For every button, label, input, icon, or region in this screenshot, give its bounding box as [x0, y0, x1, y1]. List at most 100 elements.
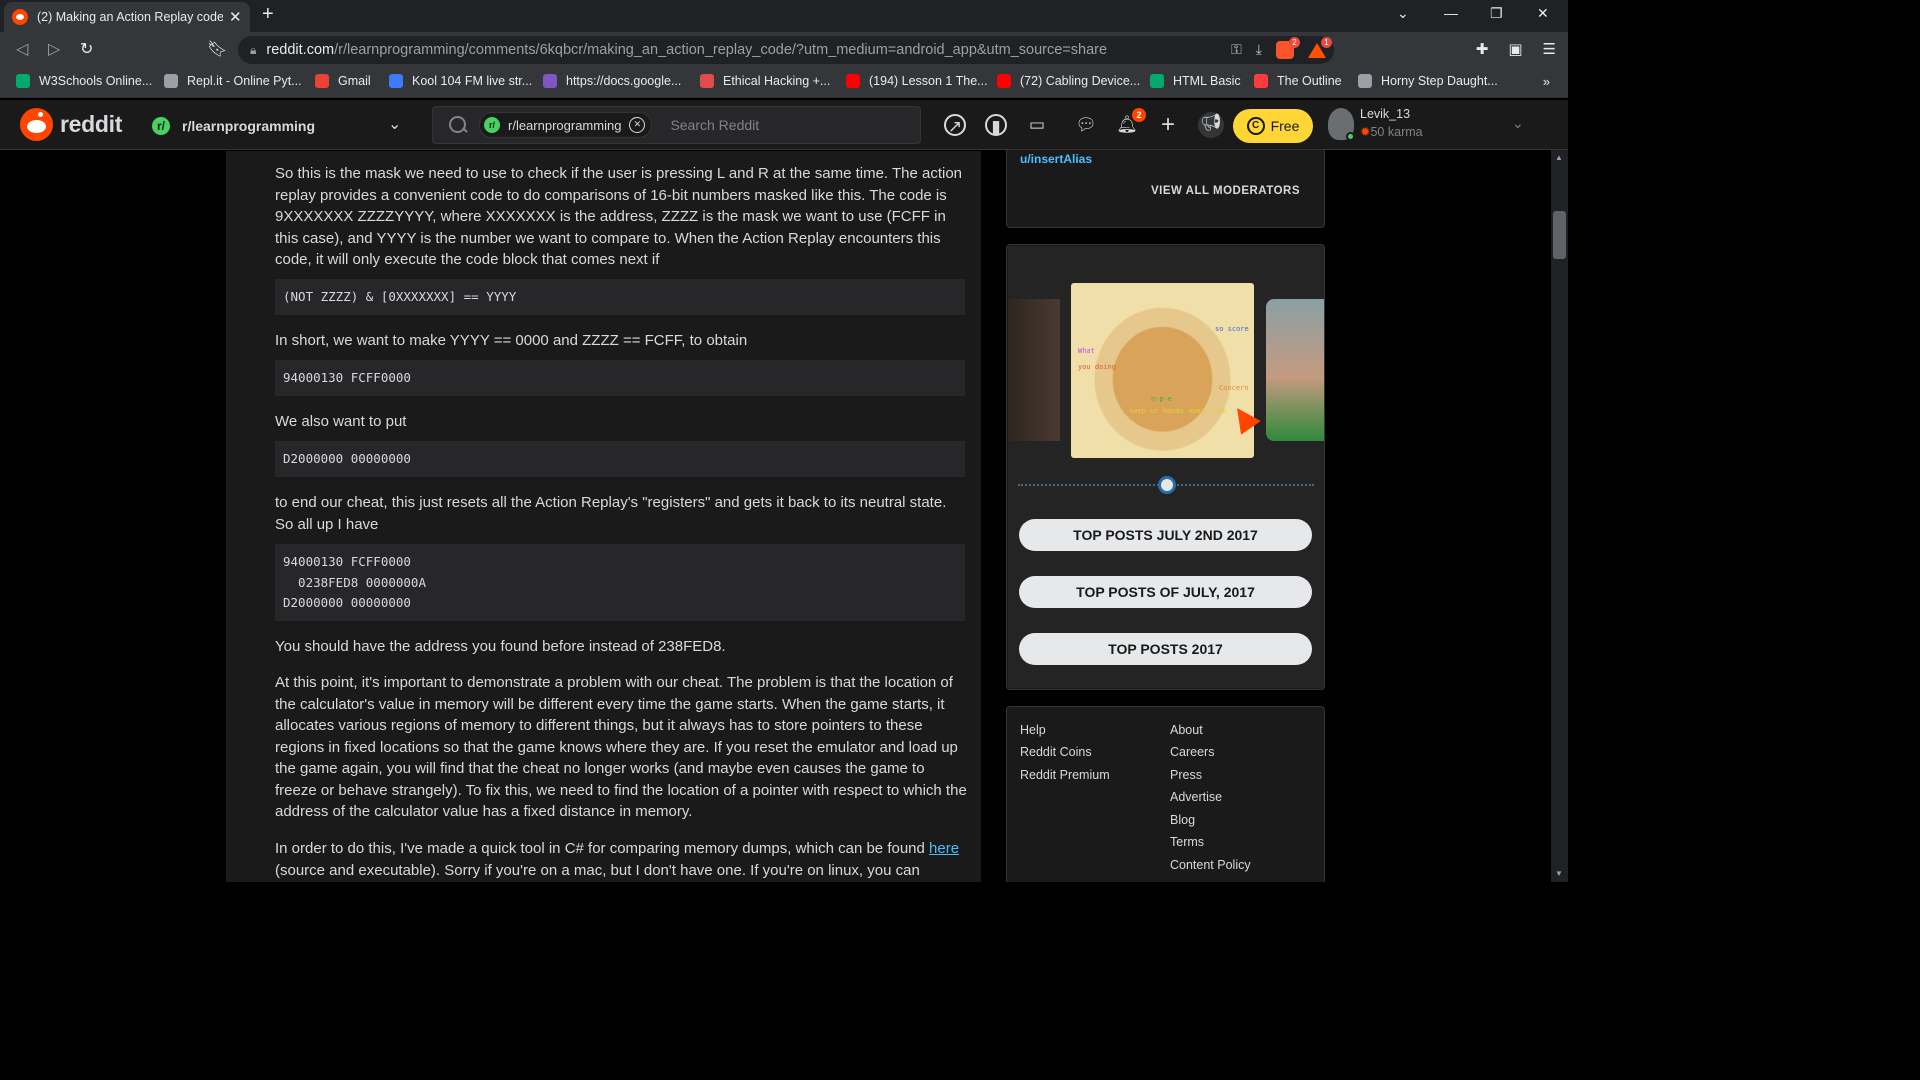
chip-close-icon[interactable]: ✕ — [629, 117, 646, 133]
footer-link-help[interactable]: Help — [1020, 723, 1046, 737]
view-all-moderators-button[interactable]: VIEW ALL MODERATORS — [1151, 185, 1300, 197]
bookmark-item[interactable]: (194) Lesson 1 The... — [846, 74, 988, 88]
active-tab[interactable]: (2) Making an Action Replay code ✕ — [4, 2, 250, 32]
bookmarks-overflow-button[interactable]: » — [1543, 74, 1550, 89]
chevron-down-icon[interactable]: ⌄ — [388, 114, 401, 134]
bookmark-item[interactable]: Kool 104 FM live str... — [389, 74, 532, 88]
code-block: (NOT ZZZZ) & [0XXXXXXX] == YYYY — [275, 279, 965, 315]
paragraph: In order to do this, I've made a quick t… — [275, 838, 967, 881]
reload-icon[interactable]: ↻ — [80, 39, 93, 59]
search-community-chip[interactable]: r/ r/learnprogramming ✕ — [479, 112, 653, 138]
top-posts-month-button[interactable]: TOP POSTS OF JULY, 2017 — [1019, 576, 1312, 608]
carousel-slider-handle[interactable] — [1158, 476, 1176, 494]
karma-text: 50 karma — [1370, 125, 1423, 139]
footer-link-about[interactable]: About — [1170, 723, 1203, 737]
bookmark-item[interactable]: (72) Cabling Device... — [997, 74, 1140, 88]
footer-link-coins[interactable]: Reddit Coins — [1020, 745, 1092, 759]
extensions-icon[interactable]: ✚ — [1476, 40, 1489, 58]
here-link[interactable]: here — [929, 840, 959, 857]
free-coins-button[interactable]: C Free — [1233, 109, 1313, 143]
footer-link-careers[interactable]: Careers — [1170, 745, 1214, 759]
bookmark-item[interactable]: Horny Step Daught... — [1358, 74, 1498, 88]
paragraph: At this point, it's important to demonst… — [275, 674, 967, 820]
stats-icon[interactable]: ▮ — [985, 114, 1007, 136]
carousel-next-image[interactable] — [1266, 299, 1324, 441]
create-post-icon[interactable]: + — [1157, 113, 1179, 137]
bookmark-icon[interactable]: 🔖︎ — [207, 39, 227, 59]
bookmark-label: https://docs.google... — [566, 74, 682, 88]
brave-shields-icon[interactable]: 2 — [1276, 37, 1300, 59]
carousel-prev-image[interactable] — [1008, 299, 1060, 441]
footer-link-blog[interactable]: Blog — [1170, 813, 1195, 827]
outline-icon — [1254, 74, 1268, 88]
banner-carousel: What you doing so score Concern n-p-e ke… — [1008, 246, 1324, 688]
scroll-down-icon[interactable]: ▼ — [1555, 869, 1563, 878]
bookmark-label: The Outline — [1277, 74, 1342, 88]
bookmark-item[interactable]: W3Schools Online... — [16, 74, 152, 88]
top-posts-year-button[interactable]: TOP POSTS 2017 — [1019, 633, 1312, 665]
bookmark-label: Ethical Hacking +... — [723, 74, 831, 88]
paragraph: to end our cheat, this just resets all t… — [275, 494, 947, 533]
paragraph: So this is the mask we need to use to ch… — [275, 165, 963, 268]
meme-caption: keep ur hands away from — [1129, 407, 1226, 415]
minimize-icon[interactable]: — — [1444, 5, 1458, 21]
notifications-icon[interactable]: 🔔︎ 2 — [1116, 108, 1146, 136]
address-bar[interactable]: 🔒︎ reddit.com /r/learnprogramming/commen… — [238, 36, 1334, 64]
bookmark-item[interactable]: HTML Basic — [1150, 74, 1241, 88]
karma-count: ✹50 karma — [1360, 124, 1423, 139]
meme-caption: n-p-e — [1151, 395, 1173, 403]
menu-icon[interactable]: ☰ — [1543, 40, 1556, 58]
community-name: r/learnprogramming — [182, 118, 316, 134]
footer-link-press[interactable]: Press — [1170, 768, 1202, 782]
close-window-icon[interactable]: ✕ — [1537, 5, 1549, 22]
install-icon[interactable]: ⤓ — [1256, 41, 1262, 59]
page-scrollbar[interactable]: ▲ ▼ — [1551, 150, 1568, 882]
new-tab-button[interactable]: + — [262, 3, 274, 26]
paragraph-text: (source and executable). Sorry if you're… — [275, 861, 920, 879]
doge-meme-image[interactable]: What you doing so score Concern n-p-e ke… — [1071, 283, 1254, 458]
udemy-icon — [700, 74, 714, 88]
back-icon[interactable]: ◁ — [16, 39, 28, 59]
tab-search-chevron-icon[interactable]: ⌄ — [1397, 5, 1409, 22]
advertise-megaphone-icon[interactable]: 📢︎ — [1198, 112, 1224, 138]
footer-links-card: Help Reddit Coins Reddit Premium About C… — [1006, 706, 1325, 882]
brave-rewards-icon[interactable]: 1 — [1308, 37, 1332, 59]
bookmark-item[interactable]: Gmail — [315, 74, 371, 88]
chat-icon[interactable]: 💬︎ — [1075, 114, 1097, 136]
bookmark-item[interactable]: Repl.it - Online Pyt... — [164, 74, 302, 88]
restore-icon[interactable]: ❐ — [1490, 5, 1503, 22]
search-bar[interactable]: r/ r/learnprogramming ✕ — [432, 106, 921, 144]
footer-link-advertise[interactable]: Advertise — [1170, 790, 1222, 804]
community-selector[interactable]: r/ r/learnprogramming — [150, 115, 315, 137]
moderator-link[interactable]: u/insertAlias — [1020, 152, 1092, 166]
rewards-count: 1 — [1321, 37, 1332, 48]
user-menu[interactable]: Levik_13 ✹50 karma ⌄ — [1326, 106, 1536, 144]
bookmark-item[interactable]: The Outline — [1254, 74, 1342, 88]
browser-tab-bar: (2) Making an Action Replay code ✕ + ⌄ —… — [0, 0, 1568, 32]
gmail-icon — [315, 74, 329, 88]
bookmark-item[interactable]: https://docs.google... — [543, 74, 681, 88]
bookmarks-bar: W3Schools Online... Repl.it - Online Pyt.… — [0, 68, 1568, 98]
wallet-icon[interactable]: ▣ — [1508, 40, 1522, 58]
top-posts-day-button[interactable]: TOP POSTS JULY 2ND 2017 — [1019, 519, 1312, 551]
footer-link-content-policy[interactable]: Content Policy — [1170, 858, 1251, 872]
scroll-up-icon[interactable]: ▲ — [1555, 153, 1563, 162]
online-status-dot — [1346, 132, 1355, 141]
live-video-icon[interactable]: ▭ — [1026, 114, 1048, 136]
forward-icon[interactable]: ▷ — [48, 39, 60, 59]
footer-link-terms[interactable]: Terms — [1170, 835, 1204, 849]
reddit-logo-icon[interactable] — [20, 108, 53, 141]
bookmark-item[interactable]: Ethical Hacking +... — [700, 74, 830, 88]
tab-close-icon[interactable]: ✕ — [229, 8, 242, 26]
popular-icon[interactable]: ↗ — [944, 114, 966, 136]
scrollbar-thumb[interactable] — [1553, 211, 1566, 259]
bookmark-label: Gmail — [338, 74, 371, 88]
key-icon[interactable]: ⚿ — [1231, 41, 1242, 59]
free-label: Free — [1270, 118, 1300, 134]
replit-icon — [164, 74, 178, 88]
search-input[interactable] — [670, 117, 891, 133]
footer-link-premium[interactable]: Reddit Premium — [1020, 768, 1110, 782]
paragraph: In short, we want to make YYYY == 0000 a… — [275, 332, 748, 349]
lock-icon: 🔒︎ — [250, 42, 257, 57]
reddit-wordmark[interactable]: reddit — [60, 111, 122, 138]
